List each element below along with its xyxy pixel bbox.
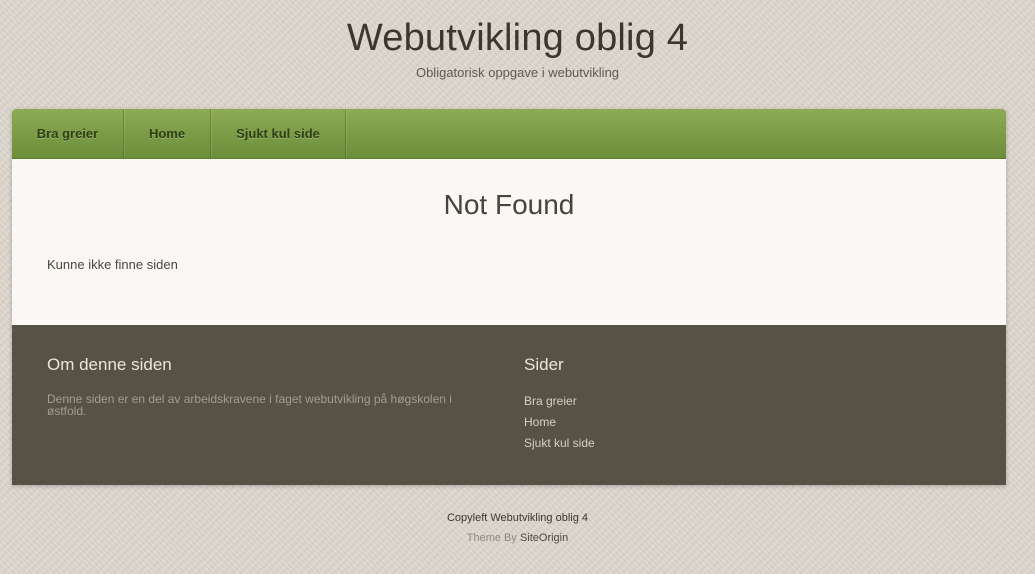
not-found-message: Kunne ikke finne siden	[47, 257, 178, 272]
pages-list: Bra greier Home Sjukt kul side	[524, 393, 824, 456]
widget-pages: Sider Bra greier Home Sjukt kul side	[524, 355, 824, 456]
main-content: Not Found Kunne ikke finne siden	[12, 159, 1006, 325]
copyleft-text: Copyleft Webutvikling oblig 4	[446, 512, 589, 524]
nav-item-sjukt-kul-side[interactable]: Sjukt kul side	[211, 109, 346, 158]
page-container: Bra greier Home Sjukt kul side Not Found…	[12, 109, 1006, 485]
widget-about-text: Denne siden er en del av arbeidskravene …	[47, 392, 452, 418]
nav-item-bra-greier[interactable]: Bra greier	[12, 109, 124, 158]
pages-link-sjukt-kul-side[interactable]: Sjukt kul side	[524, 435, 824, 456]
pages-link-home[interactable]: Home	[524, 414, 824, 435]
pages-link-bra-greier[interactable]: Bra greier	[524, 393, 824, 414]
main-navigation: Bra greier Home Sjukt kul side	[12, 109, 1006, 159]
theme-credit: Theme By SiteOrigin	[0, 532, 1035, 544]
site-tagline: Obligatorisk oppgave i webutvikling	[415, 65, 620, 80]
siteorigin-link[interactable]: SiteOrigin	[520, 532, 568, 544]
site-credits: Copyleft Webutvikling oblig 4 Theme By S…	[0, 512, 1035, 544]
footer-widgets: Om denne siden Denne siden er en del av …	[12, 325, 1006, 485]
widget-about-title: Om denne siden	[47, 355, 172, 374]
nav-item-home[interactable]: Home	[124, 109, 211, 158]
site-header: Webutvikling oblig 4 Obligatorisk oppgav…	[0, 0, 1035, 100]
theme-by-label: Theme By	[466, 532, 520, 544]
site-title[interactable]: Webutvikling oblig 4	[0, 17, 1035, 60]
page-title: Not Found	[443, 189, 575, 220]
widget-about: Om denne siden Denne siden er en del av …	[47, 355, 477, 417]
widget-pages-title: Sider	[524, 355, 564, 374]
